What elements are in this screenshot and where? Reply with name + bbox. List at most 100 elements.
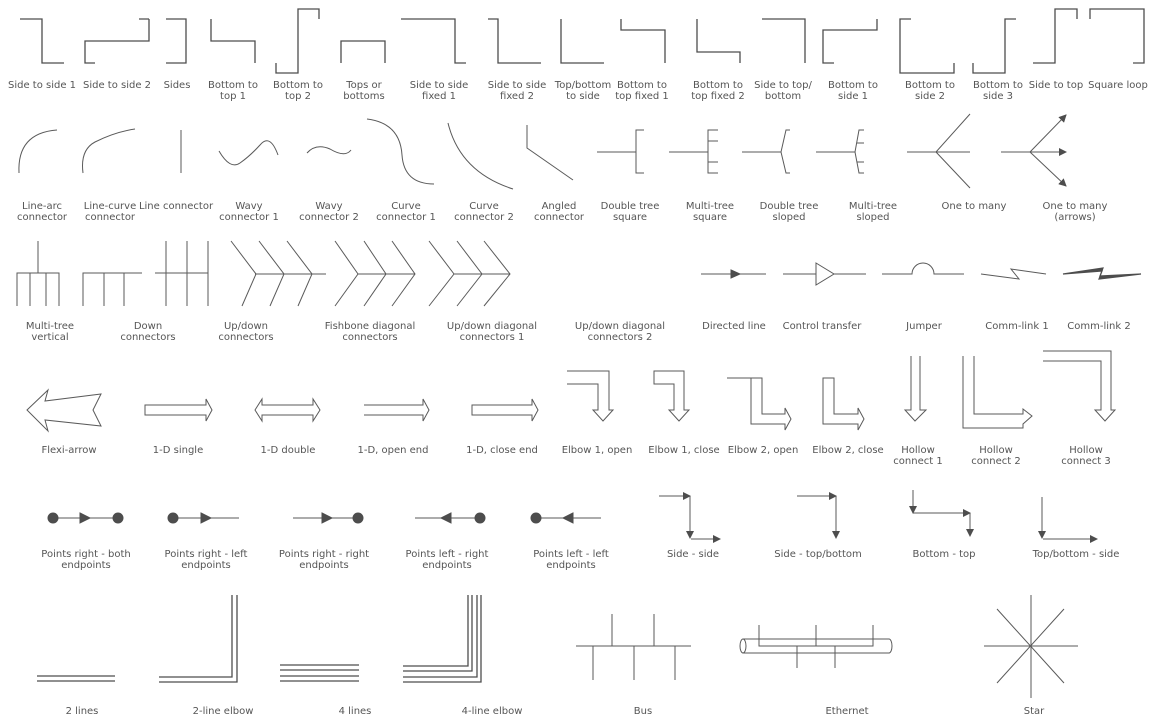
label-hollow-connect-1: Hollow connect 1 bbox=[893, 445, 943, 467]
1d-double-shape[interactable] bbox=[254, 397, 321, 423]
points-right-left-endpoints-shape[interactable] bbox=[167, 512, 239, 524]
points-left-right-endpoints-shape[interactable] bbox=[415, 512, 486, 524]
points-left-left-endpoints-shape[interactable] bbox=[530, 512, 601, 524]
bottom-to-side-2-shape[interactable] bbox=[899, 18, 955, 74]
multi-tree-vertical-shape[interactable] bbox=[16, 241, 60, 306]
side-to-side-fixed-1-shape[interactable] bbox=[401, 18, 466, 64]
4-line-elbow-shape[interactable] bbox=[403, 595, 482, 683]
double-tree-sloped-shape[interactable] bbox=[742, 129, 790, 174]
label-square-loop: Square loop bbox=[1088, 80, 1148, 91]
bus-shape[interactable] bbox=[576, 614, 691, 680]
up-down-diagonal-connectors-1-shape[interactable] bbox=[334, 240, 416, 307]
label-bottom-to-top-2: Bottom to top 2 bbox=[273, 80, 323, 102]
elbow-1-open-shape[interactable] bbox=[567, 370, 615, 422]
label-comm-link-1: Comm-link 1 bbox=[985, 321, 1049, 332]
ethernet-shape[interactable] bbox=[739, 625, 893, 668]
label-elbow-2-close: Elbow 2, close bbox=[812, 445, 884, 456]
label-bottom-to-top-fixed-1: Bottom to top fixed 1 bbox=[615, 80, 669, 102]
up-down-diagonal-connectors-2-shape[interactable] bbox=[428, 240, 511, 307]
label-1d-single: 1-D single bbox=[152, 445, 204, 456]
elbow-2-close-shape[interactable] bbox=[822, 377, 865, 431]
one-to-many-shape[interactable] bbox=[907, 113, 971, 189]
down-connectors-shape[interactable] bbox=[82, 272, 142, 306]
label-points-right-right-endpoints: Points right - right endpoints bbox=[278, 549, 370, 571]
bottom-top-shape[interactable] bbox=[909, 490, 974, 537]
side-to-top-shape[interactable] bbox=[1033, 8, 1078, 64]
label-double-tree-sloped: Double tree sloped bbox=[759, 201, 819, 223]
label-2-lines: 2 lines bbox=[65, 706, 99, 717]
jumper-shape[interactable] bbox=[882, 262, 964, 275]
label-jumper: Jumper bbox=[906, 321, 942, 332]
bottom-to-top-1-shape[interactable] bbox=[210, 19, 256, 63]
side-to-side-1-shape[interactable] bbox=[20, 18, 64, 64]
label-curve-connector-1: Curve connector 1 bbox=[376, 201, 436, 223]
2-line-elbow-shape[interactable] bbox=[159, 595, 238, 683]
label-up-down-diagonal-connectors-1: Up/down diagonal connectors 1 bbox=[446, 321, 538, 343]
elbow-2-open-shape[interactable] bbox=[727, 377, 792, 431]
label-ethernet: Ethernet bbox=[825, 706, 869, 717]
top-bottom-to-side-shape[interactable] bbox=[560, 19, 604, 64]
label-bottom-top: Bottom - top bbox=[912, 549, 976, 560]
label-directed-line: Directed line bbox=[702, 321, 766, 332]
curve-connector-1-shape[interactable] bbox=[366, 118, 435, 185]
double-tree-square-shape[interactable] bbox=[597, 129, 644, 174]
side-to-side-2-shape[interactable] bbox=[84, 18, 150, 64]
hollow-connect-3-shape[interactable] bbox=[1043, 350, 1117, 422]
label-points-right-left-endpoints: Points right - left endpoints bbox=[164, 549, 248, 571]
label-control-transfer: Control transfer bbox=[782, 321, 862, 332]
comm-link-2-shape[interactable] bbox=[1062, 267, 1142, 280]
angled-connector-shape[interactable] bbox=[526, 125, 574, 181]
side-to-top-bottom-shape[interactable] bbox=[762, 18, 806, 63]
line-curve-connector-shape[interactable] bbox=[82, 128, 136, 174]
bottom-to-side-1-shape[interactable] bbox=[822, 19, 878, 64]
multi-tree-square-shape[interactable] bbox=[669, 129, 718, 174]
sides-shape[interactable] bbox=[166, 18, 187, 64]
side-side-shape[interactable] bbox=[659, 492, 721, 543]
line-arc-connector-shape[interactable] bbox=[18, 129, 58, 174]
bottom-to-top-fixed-1-shape[interactable] bbox=[620, 19, 666, 63]
wavy-connector-2-shape[interactable] bbox=[306, 146, 352, 155]
label-side-side: Side - side bbox=[666, 549, 720, 560]
side-top-bottom-shape[interactable] bbox=[797, 492, 840, 539]
hollow-connect-2-shape[interactable] bbox=[962, 356, 1033, 429]
label-multi-tree-sloped: Multi-tree sloped bbox=[848, 201, 898, 223]
label-top-bottom-side: Top/bottom - side bbox=[1032, 549, 1120, 560]
label-double-tree-square: Double tree square bbox=[600, 201, 660, 223]
one-to-many-arrows-shape[interactable] bbox=[1001, 114, 1067, 187]
label-elbow-1-open: Elbow 1, open bbox=[561, 445, 633, 456]
points-right-both-endpoints-shape[interactable] bbox=[47, 512, 124, 524]
label-1d-open-end: 1-D, open end bbox=[357, 445, 429, 456]
label-multi-tree-vertical: Multi-tree vertical bbox=[25, 321, 75, 343]
comm-link-1-shape[interactable] bbox=[980, 268, 1047, 280]
bottom-to-side-3-shape[interactable] bbox=[972, 18, 1016, 74]
1d-close-end-shape[interactable] bbox=[471, 398, 539, 422]
1d-single-shape[interactable] bbox=[144, 398, 213, 422]
4-lines-shape[interactable] bbox=[280, 664, 359, 682]
label-bottom-to-side-3: Bottom to side 3 bbox=[973, 80, 1023, 102]
control-transfer-shape[interactable] bbox=[783, 262, 866, 286]
label-wavy-connector-1: Wavy connector 1 bbox=[219, 201, 279, 223]
tops-or-bottoms-shape[interactable] bbox=[340, 40, 386, 63]
hollow-connect-1-shape[interactable] bbox=[903, 356, 928, 422]
star-shape[interactable] bbox=[984, 595, 1078, 698]
1d-open-end-shape[interactable] bbox=[364, 398, 430, 422]
label-side-to-side-1: Side to side 1 bbox=[7, 80, 77, 91]
flexi-arrow-shape[interactable] bbox=[26, 388, 102, 433]
up-down-connectors-shape[interactable] bbox=[155, 241, 209, 306]
directed-line-shape[interactable] bbox=[701, 269, 766, 279]
side-to-side-fixed-2-shape[interactable] bbox=[488, 18, 541, 64]
label-side-to-top-bottom: Side to top/bottom bbox=[754, 80, 812, 102]
wavy-connector-1-shape[interactable] bbox=[218, 140, 279, 166]
top-bottom-side-shape[interactable] bbox=[1038, 497, 1098, 543]
label-tops-or-bottoms: Tops or bottoms bbox=[343, 80, 385, 102]
label-side-to-side-fixed-2: Side to side fixed 2 bbox=[487, 80, 547, 102]
elbow-1-close-shape[interactable] bbox=[653, 370, 691, 422]
points-right-right-endpoints-shape[interactable] bbox=[293, 512, 364, 524]
bottom-to-top-2-shape[interactable] bbox=[275, 8, 320, 74]
bottom-to-top-fixed-2-shape[interactable] bbox=[696, 19, 741, 63]
curve-connector-2-shape[interactable] bbox=[447, 122, 514, 190]
multi-tree-sloped-shape[interactable] bbox=[816, 129, 864, 174]
fishbone-diagonal-connectors-shape[interactable] bbox=[230, 240, 326, 307]
2-lines-shape[interactable] bbox=[37, 675, 115, 682]
square-loop-shape[interactable] bbox=[1089, 8, 1145, 64]
